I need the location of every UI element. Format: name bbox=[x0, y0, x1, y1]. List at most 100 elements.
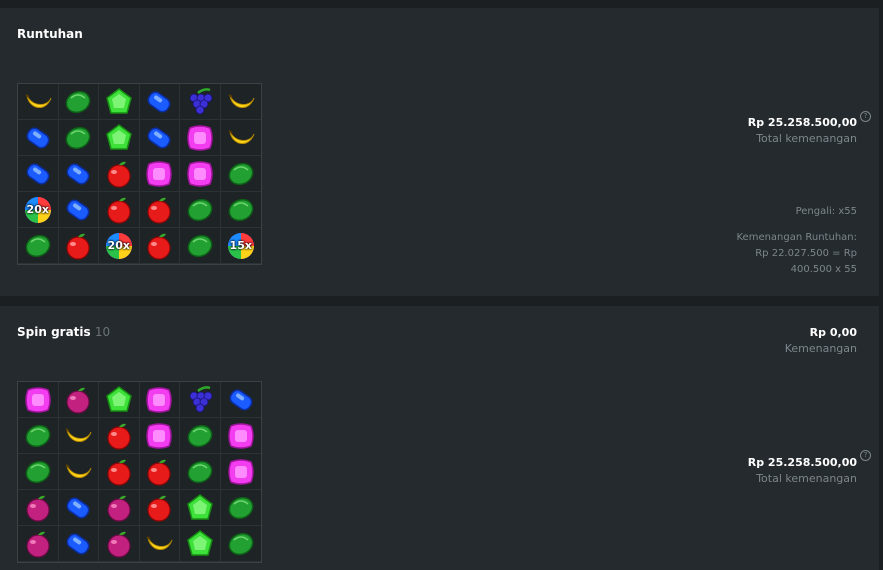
grid-cell bbox=[220, 418, 261, 454]
green-gem-icon bbox=[105, 123, 132, 150]
cascade-total-amount: Rp 25.258.500,00 bbox=[747, 116, 857, 129]
apple-icon bbox=[107, 161, 131, 188]
grid-cell bbox=[58, 454, 99, 490]
grid-cell bbox=[139, 490, 180, 526]
watermelon-icon bbox=[65, 126, 91, 149]
grid-cell bbox=[18, 454, 59, 490]
grid-cell bbox=[220, 84, 261, 120]
grapes-icon bbox=[189, 87, 213, 114]
grid-cell bbox=[139, 228, 180, 264]
plum-icon bbox=[107, 531, 131, 558]
grid-cell bbox=[139, 84, 180, 120]
pink-gem-icon bbox=[25, 386, 51, 413]
pink-gem-icon bbox=[228, 458, 254, 485]
green-gem-icon bbox=[186, 529, 213, 556]
multiplier-badge: 20x bbox=[107, 239, 130, 252]
blue-gem-icon bbox=[26, 127, 50, 148]
grid-cell bbox=[180, 228, 221, 264]
grid-cell bbox=[139, 454, 180, 490]
grid-cell: 15x bbox=[220, 228, 261, 264]
apple-icon bbox=[107, 197, 131, 224]
grid-cell bbox=[180, 526, 221, 562]
plum-icon bbox=[107, 495, 131, 522]
grid-cell bbox=[220, 454, 261, 490]
pink-gem-icon bbox=[146, 160, 172, 187]
grid-cell bbox=[180, 120, 221, 156]
grid-cell: 20x bbox=[18, 192, 59, 228]
grid-cell bbox=[18, 418, 59, 454]
plum-icon bbox=[66, 387, 90, 414]
watermelon-icon bbox=[25, 460, 51, 483]
watermelon-icon bbox=[25, 424, 51, 447]
grid-cell bbox=[99, 454, 140, 490]
grid-cell bbox=[180, 192, 221, 228]
watermelon-icon bbox=[187, 424, 213, 447]
grid-cell bbox=[99, 418, 140, 454]
cascade-total-label: Total kemenangan bbox=[756, 132, 857, 145]
grid-cell bbox=[58, 382, 99, 418]
apple-icon bbox=[66, 233, 90, 260]
apple-icon bbox=[147, 459, 171, 486]
grid-cell bbox=[99, 526, 140, 562]
plum-icon bbox=[26, 531, 50, 558]
banana-icon bbox=[65, 463, 92, 478]
grid-cell: 20x bbox=[99, 228, 140, 264]
grid-cell bbox=[18, 156, 59, 192]
cascade-win-block: Kemenangan Runtuhan: Rp 22.027.500 = Rp … bbox=[736, 230, 857, 278]
grid-cell bbox=[18, 526, 59, 562]
apple-icon bbox=[147, 495, 171, 522]
grid-cell bbox=[139, 418, 180, 454]
grid-cell bbox=[220, 382, 261, 418]
banana-icon bbox=[65, 427, 92, 442]
plum-icon bbox=[26, 495, 50, 522]
pink-gem-icon bbox=[187, 160, 213, 187]
free-spins-count: 10 bbox=[94, 325, 111, 339]
banana-icon bbox=[25, 93, 52, 108]
grid-cell bbox=[18, 84, 59, 120]
blue-gem-icon bbox=[66, 533, 90, 554]
grid-cell bbox=[99, 156, 140, 192]
watermelon-icon bbox=[228, 532, 254, 555]
watermelon-icon bbox=[187, 234, 213, 257]
grid-cell bbox=[58, 84, 99, 120]
cascade-win-formula-2: 400.500 x 55 bbox=[790, 264, 857, 275]
grid-cell bbox=[18, 228, 59, 264]
cascade-win-formula-1: Rp 22.027.500 = Rp bbox=[755, 248, 857, 259]
watermelon-icon bbox=[187, 460, 213, 483]
grid-cell bbox=[180, 156, 221, 192]
banana-icon bbox=[146, 535, 173, 550]
grid-cell bbox=[58, 490, 99, 526]
free-spins-total-block: Rp 25.258.500,00 Total kemenangan bbox=[748, 456, 857, 485]
grid-cell bbox=[139, 526, 180, 562]
blue-gem-icon bbox=[26, 163, 50, 184]
multiplier-badge: 15x bbox=[229, 239, 252, 252]
free-spins-symbol-grid bbox=[17, 381, 262, 563]
watermelon-icon bbox=[228, 162, 254, 185]
cascade-panel: Runtuhan 20x 20x 15x ? Rp 25.258.500,00 To… bbox=[0, 8, 879, 296]
grid-cell bbox=[18, 490, 59, 526]
blue-gem-icon bbox=[147, 91, 171, 112]
banana-icon bbox=[228, 93, 255, 108]
grid-cell bbox=[220, 526, 261, 562]
grid-cell bbox=[220, 192, 261, 228]
apple-icon bbox=[107, 459, 131, 486]
blue-gem-icon bbox=[229, 389, 253, 410]
free-spins-win-label: Kemenangan bbox=[784, 342, 857, 355]
watermelon-icon bbox=[65, 90, 91, 113]
grid-cell bbox=[180, 382, 221, 418]
help-icon[interactable]: ? bbox=[860, 111, 871, 122]
help-icon[interactable]: ? bbox=[860, 450, 871, 461]
grid-cell bbox=[139, 156, 180, 192]
grid-cell bbox=[180, 454, 221, 490]
blue-gem-icon bbox=[66, 497, 90, 518]
grid-cell bbox=[220, 490, 261, 526]
grid-cell bbox=[58, 228, 99, 264]
grid-cell bbox=[99, 490, 140, 526]
grid-cell bbox=[99, 382, 140, 418]
cascade-symbol-grid: 20x 20x 15x bbox=[17, 83, 262, 265]
grid-cell bbox=[58, 156, 99, 192]
grid-cell bbox=[58, 192, 99, 228]
grid-cell bbox=[139, 120, 180, 156]
free-spins-win-block: Rp 0,00 Kemenangan bbox=[785, 326, 857, 355]
grid-cell bbox=[139, 192, 180, 228]
